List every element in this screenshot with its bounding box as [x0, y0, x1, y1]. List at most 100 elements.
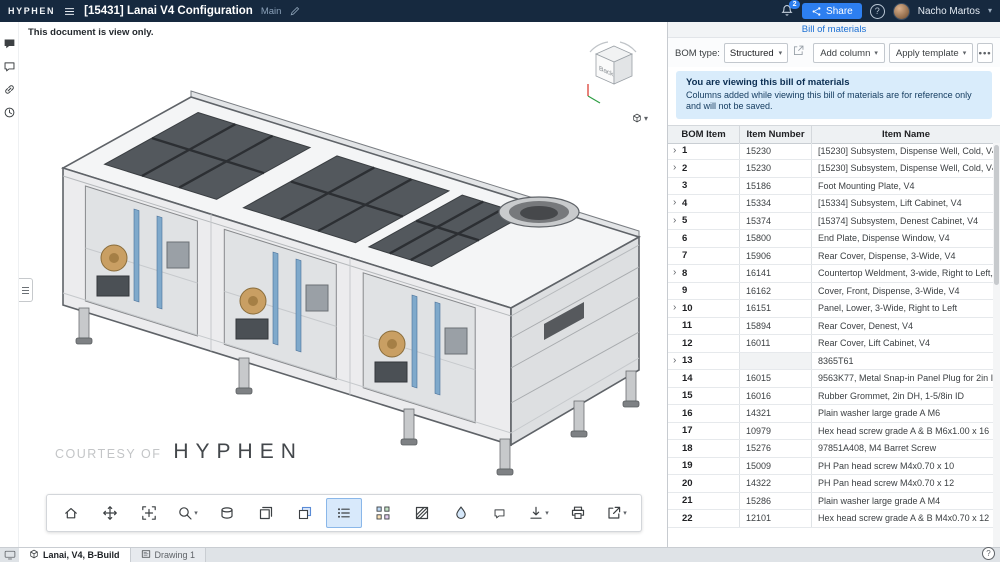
print-button[interactable]: [560, 498, 596, 528]
table-row[interactable]: 2115286Plain washer large grade A M4: [668, 493, 993, 511]
table-row[interactable]: 181527697851A408, M4 Barret Screw: [668, 440, 993, 458]
table-row[interactable]: 2212101Hex head screw grade A & B M4x0.7…: [668, 510, 993, 528]
view-cube-graphic[interactable]: Back: [574, 38, 654, 108]
workspace-label[interactable]: Main: [261, 6, 282, 17]
exploded-view-button[interactable]: [365, 498, 401, 528]
avatar[interactable]: [893, 3, 910, 20]
scrollbar-thumb[interactable]: [994, 145, 999, 285]
table-row[interactable]: ›115230[15230] Subsystem, Dispense Well,…: [668, 143, 993, 161]
chevron-down-icon: ▾: [644, 115, 648, 123]
table-row[interactable]: 1516016Rubber Grommet, 2in DH, 1-5/8in I…: [668, 388, 993, 406]
turntable-button[interactable]: [209, 498, 245, 528]
bom-item-cell: 9: [682, 285, 687, 296]
configurations-button[interactable]: [287, 498, 323, 528]
bom-type-select[interactable]: Structured ▾: [724, 43, 788, 63]
view-toolbar: ▾ ▾ ▾: [46, 494, 642, 532]
tab-assembly[interactable]: Lanai, V4, B-Build: [19, 548, 131, 562]
open-in-new-icon[interactable]: [792, 44, 805, 62]
table-row[interactable]: ›415334[15334] Subsystem, Lift Cabinet, …: [668, 195, 993, 213]
table-row[interactable]: ›816141Countertop Weldment, 3-wide, Righ…: [668, 265, 993, 283]
item-name-cell: [15334] Subsystem, Lift Cabinet, V4: [812, 195, 993, 212]
table-row[interactable]: 1614321Plain washer large grade A M6: [668, 405, 993, 423]
table-row[interactable]: ›215230[15230] Subsystem, Dispense Well,…: [668, 160, 993, 178]
table-row[interactable]: 2014322PH Pan head screw M4x0.70 x 12: [668, 475, 993, 493]
bom-scrollbar[interactable]: [993, 143, 1000, 549]
apply-template-label: Apply template: [896, 48, 959, 59]
more-options-button[interactable]: •••: [977, 43, 993, 63]
table-row[interactable]: 615800End Plate, Dispense Window, V4: [668, 230, 993, 248]
chevron-down-icon[interactable]: ▾: [988, 7, 992, 15]
item-name-cell: 9563K77, Metal Snap-in Panel Plug for 2i…: [812, 370, 993, 387]
export-button[interactable]: ▾: [599, 498, 635, 528]
download-button[interactable]: ▾: [521, 498, 557, 528]
item-number-cell: 15894: [740, 318, 812, 335]
section-view-button[interactable]: [404, 498, 440, 528]
expand-chevron[interactable]: ›: [673, 146, 682, 156]
edit-pencil-icon[interactable]: [289, 5, 301, 17]
bom-item-cell: 20: [682, 478, 693, 489]
item-name-cell: Plain washer large grade A M6: [812, 405, 993, 422]
table-row[interactable]: 715906Rear Cover, Dispense, 3-Wide, V4: [668, 248, 993, 266]
table-row[interactable]: 14160159563K77, Metal Snap-in Panel Plug…: [668, 370, 993, 388]
help-button[interactable]: ?: [870, 4, 885, 19]
item-name-cell: Hex head screw grade A & B M4x0.70 x 12: [812, 510, 993, 527]
comments-icon[interactable]: [2, 36, 17, 51]
comment-button[interactable]: [482, 498, 518, 528]
user-menu[interactable]: Nacho Martos: [918, 6, 980, 17]
expand-chevron[interactable]: ›: [673, 216, 682, 226]
table-row[interactable]: ›138365T61: [668, 353, 993, 371]
view-options-button[interactable]: ▾: [632, 110, 648, 128]
follow-mode-icon[interactable]: [2, 59, 17, 74]
bom-item-cell: 13: [682, 355, 693, 366]
notifications-button[interactable]: 2: [780, 4, 794, 18]
view-cube[interactable]: Back ▾: [574, 38, 654, 136]
table-row[interactable]: 916162Cover, Front, Dispense, 3-Wide, V4: [668, 283, 993, 301]
table-row[interactable]: 1216011Rear Cover, Lift Cabinet, V4: [668, 335, 993, 353]
bom-button[interactable]: [326, 498, 362, 528]
home-view-button[interactable]: [53, 498, 89, 528]
present-screen-icon[interactable]: [0, 548, 19, 562]
expand-chevron[interactable]: ›: [673, 268, 682, 278]
document-title: [15431] Lanai V4 Configuration: [84, 5, 253, 17]
pan-button[interactable]: [92, 498, 128, 528]
tab-label: Drawing 1: [155, 550, 196, 560]
zoom-button[interactable]: ▾: [170, 498, 206, 528]
table-row[interactable]: ›515374[15374] Subsystem, Denest Cabinet…: [668, 213, 993, 231]
table-row[interactable]: ›1016151Panel, Lower, 3-Wide, Right to L…: [668, 300, 993, 318]
table-row[interactable]: 1710979Hex head screw grade A & B M6x1.0…: [668, 423, 993, 441]
chevron-down-icon: ▾: [874, 49, 878, 57]
item-name-cell: Rubber Grommet, 2in DH, 1-5/8in ID: [812, 388, 993, 405]
bom-item-cell: 2: [682, 163, 687, 174]
hamburger-menu-icon[interactable]: [63, 5, 76, 18]
model-tree-toggle[interactable]: [19, 278, 33, 302]
expand-chevron[interactable]: ›: [673, 303, 682, 313]
table-row[interactable]: 1115894Rear Cover, Denest, V4: [668, 318, 993, 336]
fit-view-button[interactable]: [131, 498, 167, 528]
column-header-item-number[interactable]: Item Number: [740, 126, 812, 143]
tab-drawing[interactable]: Drawing 1: [131, 548, 207, 562]
column-header-bom-item[interactable]: BOM Item: [668, 126, 740, 143]
model-viewport[interactable]: This document is view only.: [19, 22, 668, 548]
expand-chevron[interactable]: ›: [673, 163, 682, 173]
item-number-cell: 15230: [740, 160, 812, 177]
bom-item-cell: 11: [682, 320, 692, 331]
share-link-icon[interactable]: [2, 82, 17, 97]
share-button[interactable]: Share: [802, 3, 862, 19]
item-number-cell: 15186: [740, 178, 812, 195]
apply-template-button[interactable]: Apply template ▾: [889, 43, 973, 63]
versions-history-icon[interactable]: [2, 105, 17, 120]
add-column-button[interactable]: Add column ▾: [813, 43, 885, 63]
appearance-button[interactable]: [443, 498, 479, 528]
item-name-cell: Rear Cover, Lift Cabinet, V4: [812, 335, 993, 352]
help-fab-button[interactable]: ?: [982, 547, 995, 560]
machine-model[interactable]: [39, 62, 659, 492]
expand-chevron[interactable]: ›: [673, 198, 682, 208]
tab-bar-tabs: Lanai, V4, B-Build Drawing 1: [19, 548, 206, 562]
expand-chevron[interactable]: ›: [673, 356, 682, 366]
named-views-button[interactable]: [248, 498, 284, 528]
column-header-item-name[interactable]: Item Name: [812, 126, 1000, 143]
table-row[interactable]: 315186Foot Mounting Plate, V4: [668, 178, 993, 196]
table-row[interactable]: 1915009PH Pan head screw M4x0.70 x 10: [668, 458, 993, 476]
item-name-cell: [15230] Subsystem, Dispense Well, Cold, …: [812, 143, 993, 160]
bom-item-cell: 10: [682, 303, 693, 314]
